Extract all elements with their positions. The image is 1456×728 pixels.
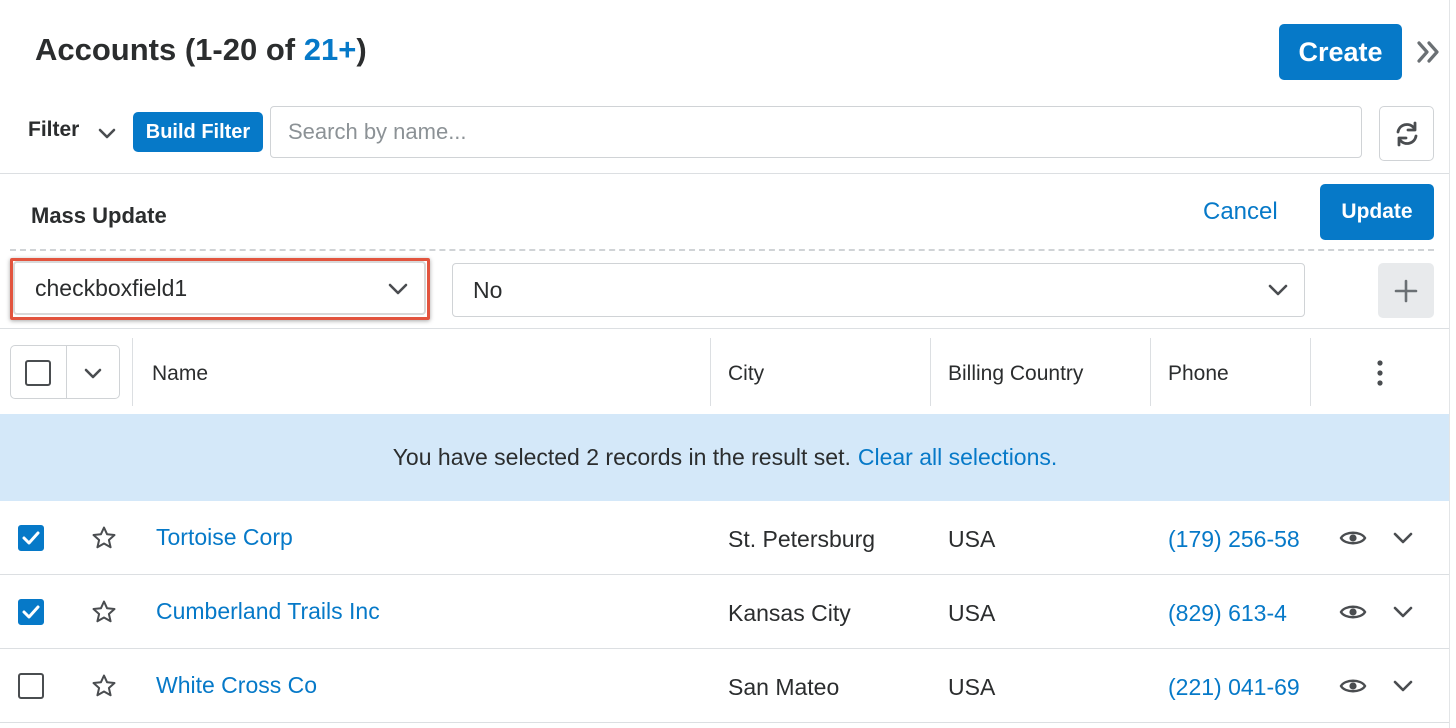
column-separator: [132, 338, 133, 406]
panel-edge: [1449, 0, 1450, 728]
row-checkbox[interactable]: [18, 673, 44, 699]
divider: [0, 173, 1450, 174]
dashed-divider: [10, 249, 1434, 251]
record-country: USA: [948, 526, 996, 552]
divider: [66, 345, 67, 399]
eye-icon[interactable]: [1339, 526, 1367, 555]
selection-banner: You have selected 2 records in the resul…: [0, 414, 1450, 501]
record-phone-link[interactable]: (829) 613-4: [1168, 600, 1306, 627]
record-country: USA: [948, 674, 996, 700]
update-button[interactable]: Update: [1320, 184, 1434, 240]
chevron-down-icon[interactable]: [1392, 601, 1414, 628]
column-separator: [1150, 338, 1151, 406]
record-phone-link[interactable]: (221) 041-69: [1168, 674, 1306, 701]
kebab-icon[interactable]: [1370, 358, 1390, 388]
row-divider: [0, 574, 1450, 575]
add-field-button[interactable]: [1378, 263, 1434, 318]
column-separator: [710, 338, 711, 406]
page-title: Accounts (1-20 of 21+): [35, 32, 367, 68]
record-country: USA: [948, 600, 996, 626]
record-name-link[interactable]: Tortoise Corp: [156, 524, 293, 551]
column-header-phone[interactable]: Phone: [1168, 362, 1229, 386]
row-checkbox[interactable]: [18, 525, 44, 551]
eye-icon[interactable]: [1339, 674, 1367, 703]
column-separator: [1310, 338, 1311, 406]
build-filter-button[interactable]: Build Filter: [133, 112, 263, 152]
select-all-checkbox[interactable]: [25, 360, 51, 386]
column-separator: [930, 338, 931, 406]
record-name-link[interactable]: White Cross Co: [156, 672, 317, 699]
refresh-button[interactable]: [1379, 106, 1434, 161]
row-divider: [0, 722, 1450, 723]
chevron-down-icon[interactable]: [96, 122, 118, 144]
refresh-icon: [1396, 121, 1417, 146]
create-button[interactable]: Create: [1279, 24, 1402, 80]
mass-update-title: Mass Update: [31, 203, 167, 228]
record-count-link[interactable]: 21+: [304, 32, 357, 67]
double-chevron-right-icon[interactable]: [1414, 36, 1444, 68]
chevron-down-icon[interactable]: [1392, 527, 1414, 554]
divider: [0, 328, 1450, 329]
page-title-text: Accounts (1-20 of: [35, 32, 304, 67]
page-title-suffix: ): [356, 32, 367, 67]
chevron-down-icon[interactable]: [82, 362, 104, 384]
chevron-down-icon: [1268, 284, 1288, 296]
record-city: St. Petersburg: [728, 526, 876, 552]
star-icon[interactable]: [91, 525, 117, 556]
record-city: Kansas City: [728, 600, 851, 626]
column-header-city[interactable]: City: [728, 362, 764, 386]
record-name-link[interactable]: Cumberland Trails Inc: [156, 598, 380, 625]
column-header-billing-country[interactable]: Billing Country: [948, 362, 1083, 386]
value-select-value: No: [473, 276, 503, 303]
eye-icon[interactable]: [1339, 600, 1367, 629]
row-divider: [0, 648, 1450, 649]
filter-dropdown-label[interactable]: Filter: [28, 118, 79, 142]
column-header-name[interactable]: Name: [152, 362, 208, 386]
chevron-down-icon[interactable]: [1392, 675, 1414, 702]
search-input[interactable]: [270, 106, 1362, 158]
row-checkbox[interactable]: [18, 599, 44, 625]
star-icon[interactable]: [91, 599, 117, 630]
cancel-button[interactable]: Cancel: [1203, 198, 1278, 226]
selection-banner-text: You have selected 2 records in the resul…: [392, 444, 851, 470]
clear-selections-link[interactable]: Clear all selections.: [858, 444, 1057, 471]
record-phone-link[interactable]: (179) 256-58: [1168, 526, 1306, 553]
highlight-outline: [10, 258, 430, 320]
plus-icon: [1394, 279, 1418, 302]
mass-update-value-select[interactable]: No: [452, 263, 1305, 317]
record-city: San Mateo: [728, 674, 840, 700]
star-icon[interactable]: [91, 673, 117, 704]
